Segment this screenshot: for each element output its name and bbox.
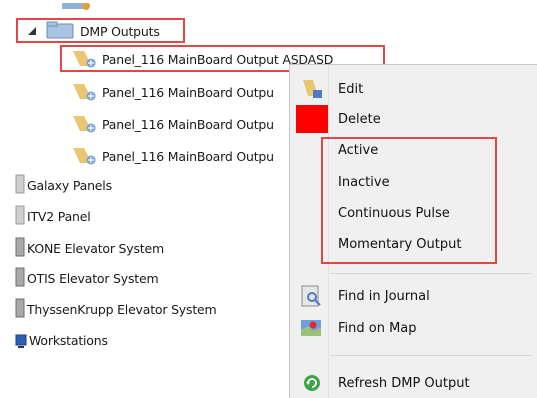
elevator-icon: [15, 267, 25, 290]
menu-item-label: Delete: [338, 111, 381, 127]
panel-icon: [15, 205, 25, 228]
elevator-icon: [15, 298, 25, 321]
menu-item-edit[interactable]: Edit: [290, 75, 537, 103]
screen: { "tree": { "dmp_outputs": "DMP Outputs"…: [0, 0, 537, 398]
menu-item-delete[interactable]: Delete: [290, 105, 537, 133]
menu-item-find-in-journal[interactable]: Find in Journal: [290, 282, 537, 310]
edit-icon: [300, 77, 324, 104]
tree-node-panel-output[interactable]: Panel_116 MainBoard Outpu: [70, 81, 274, 103]
tree-node-label: KONE Elevator System: [27, 240, 164, 256]
tree-node-label: ITV2 Panel: [27, 208, 91, 224]
tree-node-system[interactable]: KONE Elevator System: [15, 237, 164, 259]
journal-icon: [299, 284, 323, 311]
tree-node-label: Panel_116 MainBoard Outpu: [102, 148, 274, 164]
highlight-dmp-outputs: [16, 18, 185, 43]
refresh-icon: [303, 374, 321, 395]
menu-item-label: Find in Journal: [338, 288, 430, 304]
menu-item-find-on-map[interactable]: Find on Map: [290, 314, 537, 342]
menu-item-label: Edit: [338, 81, 364, 97]
output-icon: [70, 81, 100, 104]
folder-icon-partial: [62, 0, 90, 10]
highlight-output-modes: [321, 137, 497, 264]
menu-item-refresh[interactable]: Refresh DMP Output: [290, 369, 537, 397]
tree-node-label: Panel_116 MainBoard Outpu: [102, 116, 274, 132]
map-icon: [299, 316, 323, 343]
output-icon: [70, 113, 100, 136]
tree-node-label: Panel_116 MainBoard Outpu: [102, 84, 274, 100]
output-icon: [70, 145, 100, 168]
tree-node-label: OTIS Elevator System: [27, 270, 159, 286]
menu-item-label: Find on Map: [338, 320, 417, 336]
elevator-icon: [15, 237, 25, 260]
tree-node-system[interactable]: ThyssenKrupp Elevator System: [15, 298, 217, 320]
panel-icon: [15, 174, 25, 197]
tree-node-panel-output[interactable]: Panel_116 MainBoard Outpu: [70, 113, 274, 135]
menu-item-label: Refresh DMP Output: [338, 375, 470, 391]
tree-node-system[interactable]: Workstations: [15, 329, 108, 351]
tree-node-label: Galaxy Panels: [27, 177, 112, 193]
menu-separator: [330, 273, 531, 274]
tree-node-label: ThyssenKrupp Elevator System: [27, 301, 217, 317]
menu-separator: [330, 355, 531, 356]
tree-node-system[interactable]: OTIS Elevator System: [15, 267, 159, 290]
tree-node-system[interactable]: Galaxy Panels: [15, 174, 112, 196]
tree-node-system[interactable]: ITV2 Panel: [15, 205, 91, 227]
tree-node-label: Workstations: [29, 332, 108, 348]
delete-color-swatch: [296, 105, 328, 133]
workstation-icon: [15, 329, 27, 352]
tree-node-panel-output[interactable]: Panel_116 MainBoard Outpu: [70, 145, 274, 167]
